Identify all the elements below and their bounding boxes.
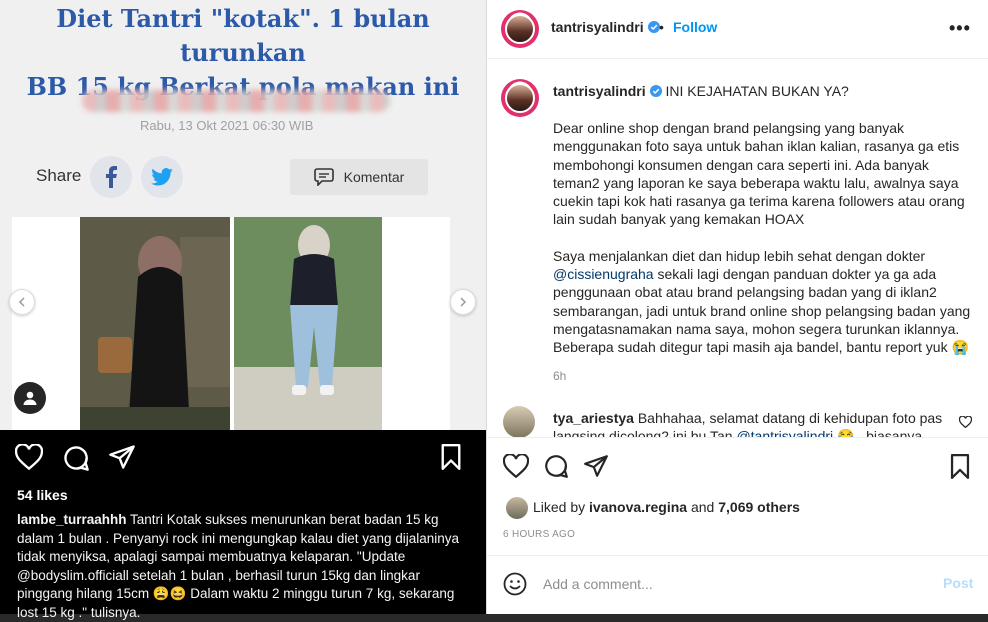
left-action-bar (0, 443, 486, 477)
left-caption-username[interactable]: lambe_turraahhh (17, 512, 127, 527)
like-button-left[interactable] (14, 443, 44, 475)
verified-badge-icon (649, 85, 662, 97)
user-icon (23, 391, 37, 405)
smiley-icon (503, 572, 527, 596)
post-comment-button[interactable]: Post (943, 575, 973, 591)
comments-scroll[interactable]: tantrisyalindri INI KEJAHATAN BUKAN YA? … (487, 59, 988, 437)
twitter-share-button[interactable] (141, 156, 183, 198)
author-avatar[interactable] (501, 10, 539, 48)
komentar-button[interactable]: Komentar (290, 159, 428, 195)
caption-headline: INI KEJAHATAN BUKAN YA? (665, 83, 849, 99)
article-title: Diet Tantri "kotak". 1 bulan turunkan BB… (0, 2, 486, 104)
liker-avatar[interactable] (505, 496, 529, 520)
chevron-right-icon (460, 297, 467, 307)
commenter-avatar[interactable] (503, 406, 535, 437)
comment-username[interactable]: tya_ariestya (553, 410, 634, 426)
add-comment-bar: Post (487, 555, 988, 615)
header-username-text: tantrisyalindri (551, 19, 644, 35)
header-username[interactable]: tantrisyalindri (551, 19, 660, 35)
comment-bubble-icon (313, 168, 334, 186)
more-options-button[interactable]: ••• (949, 18, 971, 39)
article-screenshot: Diet Tantri "kotak". 1 bulan turunkan BB… (0, 0, 486, 430)
share-button[interactable] (583, 454, 609, 483)
follow-button[interactable]: Follow (673, 19, 717, 35)
likes-summary: Liked by ivanova.regina and 7,069 others (533, 499, 800, 515)
left-post-footer: 54 likes lambe_turraahhh Tantri Kotak su… (0, 430, 486, 620)
liked-by-user[interactable]: ivanova.regina (589, 499, 687, 515)
liked-by-count[interactable]: 7,069 others (718, 499, 800, 515)
liked-by-mid: and (687, 499, 719, 515)
caption-time[interactable]: 6h (553, 369, 566, 383)
left-likes-count: 54 likes (17, 487, 68, 503)
comment-button-left[interactable] (62, 444, 90, 477)
after-photo (234, 217, 382, 430)
caption-header: tantrisyalindri INI KEJAHATAN BUKAN YA? (553, 83, 849, 99)
paper-plane-icon (109, 445, 135, 469)
left-caption: lambe_turraahhh Tantri Kotak sukses menu… (17, 511, 467, 622)
liked-by-prefix: Liked by (533, 499, 590, 515)
heart-icon (14, 443, 44, 471)
carousel-next-button[interactable] (450, 289, 476, 315)
comment-like-button[interactable] (958, 415, 973, 433)
comment-item: tya_ariestya Bahhahaa, selamat datang di… (553, 409, 957, 437)
before-photo (80, 217, 230, 430)
like-button[interactable] (502, 453, 530, 483)
comment-button[interactable] (543, 453, 569, 484)
caption-username[interactable]: tantrisyalindri (553, 83, 646, 99)
header-separator: • (659, 19, 664, 35)
bookmark-icon (950, 454, 970, 479)
bookmark-icon (441, 444, 461, 470)
carousel-prev-button[interactable] (9, 289, 35, 315)
heart-icon (502, 453, 530, 479)
post-sidebar: tantrisyalindri • Follow ••• tantrisyali… (486, 0, 988, 614)
share-label: Share (36, 166, 82, 185)
comment-icon (64, 446, 89, 471)
mention-link[interactable]: @cissienugraha (553, 266, 654, 282)
post-time-ago[interactable]: 6 HOURS AGO (503, 529, 575, 540)
post-header: tantrisyalindri • Follow ••• (487, 0, 988, 59)
save-button-left[interactable] (440, 444, 462, 475)
facebook-icon (106, 166, 117, 188)
comment-mention-link[interactable]: @tantrisyalindri (736, 428, 833, 437)
left-caption-text: Tantri Kotak sukses menurunkan berat bad… (17, 512, 460, 620)
caption-p2-before: Saya menjalankan diet dan hidup lebih se… (553, 247, 926, 264)
article-title-line1: Diet Tantri "kotak". 1 bulan turunkan (56, 4, 430, 67)
caption-paragraph-2: Saya menjalankan diet dan hidup lebih se… (553, 247, 971, 357)
photo-strip (12, 217, 450, 430)
caption-body: Dear online shop dengan brand pelangsing… (553, 119, 971, 375)
komentar-label: Komentar (343, 169, 405, 185)
heart-icon (958, 415, 973, 429)
article-date: Rabu, 13 Okt 2021 06:30 WIB (140, 118, 314, 133)
save-button[interactable] (949, 454, 971, 484)
comment-icon (545, 455, 568, 478)
caption-paragraph-1: Dear online shop dengan brand pelangsing… (553, 120, 965, 228)
left-panel: Diet Tantri "kotak". 1 bulan turunkan BB… (0, 0, 486, 620)
facebook-share-button[interactable] (90, 156, 132, 198)
share-button-left[interactable] (108, 444, 136, 475)
blurred-author (82, 90, 390, 112)
paper-plane-icon (584, 455, 608, 477)
caption-avatar[interactable] (501, 79, 539, 117)
add-comment-input[interactable] (541, 570, 905, 598)
comment-text-after: 😂 , biasanya (833, 428, 923, 437)
emoji-button[interactable] (503, 572, 527, 601)
verified-badge-icon (647, 21, 660, 33)
chevron-left-icon (18, 297, 25, 307)
twitter-icon (151, 168, 173, 186)
tagged-users-button[interactable] (14, 382, 46, 414)
